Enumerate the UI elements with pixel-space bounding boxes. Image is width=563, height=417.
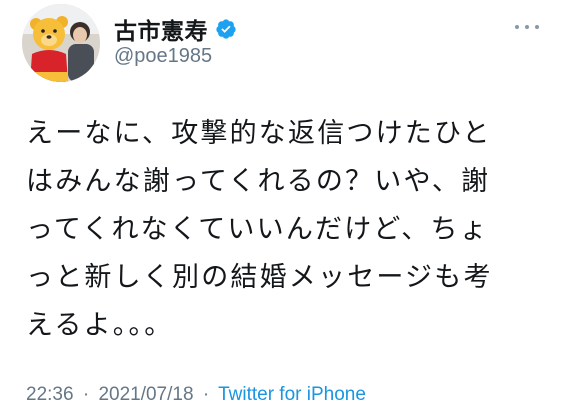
tweet-date[interactable]: 2021/07/18 bbox=[98, 384, 193, 405]
tweet-text-line: っと新しく別の結婚メッセージも考 bbox=[26, 262, 493, 293]
more-options-icon[interactable] bbox=[515, 22, 539, 32]
avatar[interactable] bbox=[22, 4, 100, 82]
tweet-card: 古市憲寿 @poe1985 えーなに、攻撃的な返信つけたひと はみんな謝ってくれ… bbox=[0, 0, 563, 417]
tweet-source-link[interactable]: Twitter for iPhone bbox=[218, 384, 366, 405]
dot-icon bbox=[515, 25, 519, 29]
tweet-text-line: はみんな謝ってくれるの？いや、謝 bbox=[26, 166, 491, 197]
user-handle[interactable]: @poe1985 bbox=[114, 45, 212, 68]
author-name-row: 古市憲寿 bbox=[114, 12, 237, 46]
dot-icon bbox=[525, 25, 529, 29]
tweet-text-line: ってくれなくていいんだけど、ちょ bbox=[26, 214, 489, 245]
tweet-time[interactable]: 22:36 bbox=[26, 384, 74, 405]
tweet-text-line: えるよ。。。 bbox=[26, 310, 174, 341]
tweet-meta: 22:36 · 2021/07/18 · Twitter for iPhone bbox=[26, 384, 366, 406]
tweet-text-line: えーなに、攻撃的な返信つけたひと bbox=[26, 118, 492, 149]
dot-icon bbox=[535, 25, 539, 29]
meta-separator: · bbox=[82, 384, 90, 405]
tweet-text: えーなに、攻撃的な返信つけたひと はみんな謝ってくれるの？いや、謝 ってくれなく… bbox=[26, 110, 546, 350]
verified-badge-icon bbox=[215, 18, 237, 40]
display-name[interactable]: 古市憲寿 bbox=[114, 12, 208, 46]
avatar-image bbox=[22, 4, 100, 82]
meta-separator: · bbox=[202, 384, 210, 405]
